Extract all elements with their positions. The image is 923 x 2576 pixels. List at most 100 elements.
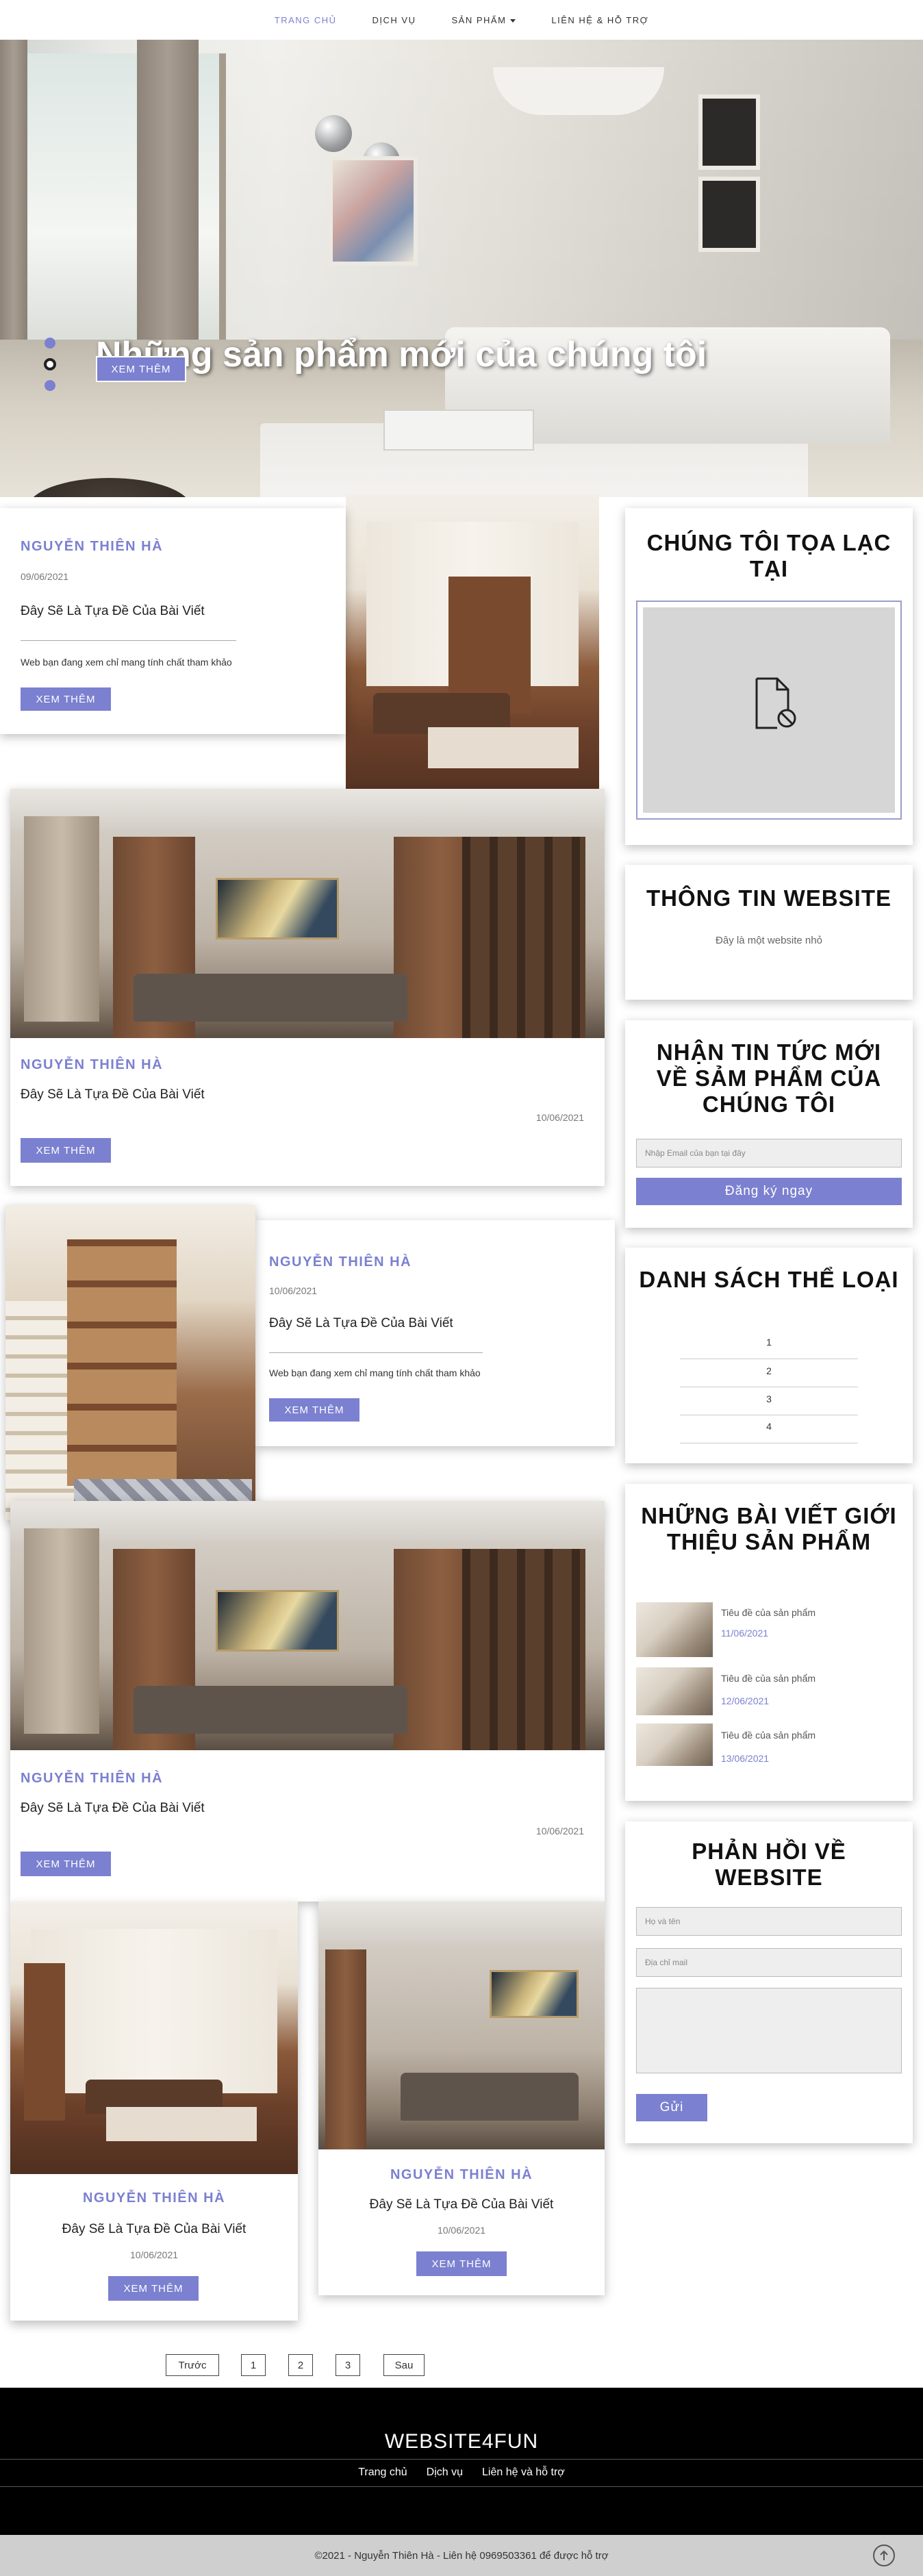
post-4-title[interactable]: Đây Sẽ Là Tựa Đề Của Bài Viết bbox=[21, 1801, 205, 1816]
copyright-text: ©2021 - Nguyễn Thiên Hà - Liên hệ 096950… bbox=[314, 2550, 609, 2562]
post-5-wall bbox=[31, 1929, 277, 2093]
post-1-author[interactable]: NGUYỄN THIÊN HÀ bbox=[21, 539, 163, 555]
newsletter-email-input[interactable]: Nhập Email của bạn tại đây bbox=[636, 1139, 902, 1167]
post-6-more-button[interactable]: XEM THÊM bbox=[416, 2251, 507, 2276]
pagination-page[interactable]: 1 bbox=[241, 2354, 266, 2376]
divider bbox=[21, 640, 236, 641]
post-4-date: 10/06/2021 bbox=[535, 1826, 584, 1836]
top-nav: TRANG CHỦ DỊCH VỤ SẢN PHẨM LIÊN HỆ & HỖ … bbox=[0, 0, 923, 40]
broken-document-icon bbox=[755, 677, 796, 729]
post-4-more-button[interactable]: XEM THÊM bbox=[21, 1852, 111, 1876]
post-4-author[interactable]: NGUYỄN THIÊN HÀ bbox=[21, 1771, 163, 1786]
info-title: THÔNG TIN WEBSITE bbox=[646, 885, 892, 911]
feedback-message-textarea[interactable] bbox=[636, 1988, 902, 2073]
feedback-title: PHẢN HỒI VỀ WEBSITE bbox=[692, 1839, 846, 1890]
post-5-image[interactable] bbox=[10, 1902, 298, 2174]
post-4-curtain bbox=[24, 1528, 99, 1734]
post-2-art bbox=[216, 878, 339, 939]
feedback-send-button[interactable]: Gửi bbox=[636, 2094, 707, 2121]
newsletter-title: NHẬN TIN TỨC MỚI VỀ SẢM PHẨM CỦA CHÚNG T… bbox=[656, 1039, 882, 1117]
post-2-card: NGUYỄN THIÊN HÀ Đây Sẽ Là Tựa Đề Của Bài… bbox=[10, 789, 605, 1186]
post-2-title[interactable]: Đây Sẽ Là Tựa Đề Của Bài Viết bbox=[21, 1087, 205, 1102]
post-2-date: 10/06/2021 bbox=[535, 1112, 584, 1123]
post-5-rug bbox=[106, 2107, 257, 2141]
copyright-bar: ©2021 - Nguyễn Thiên Hà - Liên hệ 096950… bbox=[0, 2535, 923, 2576]
post-4-card: NGUYỄN THIÊN HÀ Đây Sẽ Là Tựa Đề Của Bài… bbox=[10, 1501, 605, 1902]
category-item[interactable]: 4 bbox=[625, 1421, 913, 1432]
map-frame[interactable] bbox=[636, 601, 902, 820]
footer-link-contact[interactable]: Liên hệ và hỗ trợ bbox=[482, 2466, 565, 2479]
footer-link-home[interactable]: Trang chủ bbox=[358, 2466, 407, 2479]
post-4-couch bbox=[134, 1686, 407, 1734]
footer-links: Trang chủ Dịch vụ Liên hệ và hỗ trợ bbox=[0, 2466, 923, 2479]
post-6-image[interactable] bbox=[318, 1902, 605, 2149]
hero-banner: Những sản phẩm mới của chúng tôi XEM THÊ… bbox=[0, 40, 923, 497]
nav-services[interactable]: DỊCH VỤ bbox=[372, 15, 416, 25]
divider bbox=[0, 2486, 923, 2487]
hero-wall-art bbox=[329, 156, 418, 266]
post-5-date: 10/06/2021 bbox=[129, 2249, 179, 2260]
hero-table bbox=[383, 409, 534, 451]
post-2-ceiling bbox=[10, 789, 605, 830]
post-6-author[interactable]: NGUYỄN THIÊN HÀ bbox=[318, 2167, 605, 2183]
featured-item-title[interactable]: Tiêu đề của sản phẩm bbox=[721, 1673, 815, 1684]
hero-frame bbox=[698, 94, 760, 170]
footer-brand: WEBSITE4FUN bbox=[384, 2430, 539, 2453]
pagination-page[interactable]: 3 bbox=[336, 2354, 360, 2376]
post-2-more-button[interactable]: XEM THÊM bbox=[21, 1138, 111, 1163]
post-4-cabinet bbox=[462, 1549, 585, 1750]
post-3-author[interactable]: NGUYỄN THIÊN HÀ bbox=[269, 1254, 412, 1270]
post-3-more-button[interactable]: XEM THÊM bbox=[269, 1398, 359, 1422]
post-1-card: NGUYỄN THIÊN HÀ 09/06/2021 Đây Sẽ Là Tựa… bbox=[0, 508, 346, 734]
feedback-email-input[interactable]: Địa chỉ mail bbox=[636, 1948, 902, 1977]
divider bbox=[269, 1352, 483, 1353]
newsletter-widget: NHẬN TIN TỨC MỚI VỀ SẢM PHẨM CỦA CHÚNG T… bbox=[625, 1020, 913, 1228]
category-item[interactable]: 2 bbox=[625, 1365, 913, 1376]
categories-title: DANH SÁCH THỂ LOẠI bbox=[639, 1267, 899, 1292]
featured-thumb[interactable] bbox=[636, 1602, 713, 1657]
featured-item-title[interactable]: Tiêu đề của sản phẩm bbox=[721, 1730, 815, 1741]
post-3-title[interactable]: Đây Sẽ Là Tựa Đề Của Bài Viết bbox=[269, 1316, 453, 1331]
post-5-more-button[interactable]: XEM THÊM bbox=[108, 2276, 199, 2301]
footer-link-services[interactable]: Dịch vụ bbox=[427, 2466, 463, 2479]
post-1-title[interactable]: Đây Sẽ Là Tựa Đề Của Bài Viết bbox=[21, 604, 205, 619]
slider-dot[interactable] bbox=[45, 338, 55, 349]
post-2-author[interactable]: NGUYỄN THIÊN HÀ bbox=[21, 1057, 163, 1073]
featured-item-title[interactable]: Tiêu đề của sản phẩm bbox=[721, 1607, 815, 1618]
featured-item-date: 12/06/2021 bbox=[721, 1695, 770, 1706]
post-4-ceiling bbox=[10, 1501, 605, 1542]
post-1-more-button[interactable]: XEM THÊM bbox=[21, 687, 111, 711]
post-6-title[interactable]: Đây Sẽ Là Tựa Đề Của Bài Viết bbox=[318, 2197, 605, 2212]
footer: WEBSITE4FUN Trang chủ Dịch vụ Liên hệ và… bbox=[0, 2388, 923, 2535]
hero-title: Những sản phẩm mới của chúng tôi bbox=[96, 335, 707, 375]
featured-item-date: 13/06/2021 bbox=[721, 1753, 770, 1764]
pagination-next[interactable]: Sau bbox=[383, 2354, 425, 2376]
pagination-page[interactable]: 2 bbox=[288, 2354, 313, 2376]
slider-dot-active[interactable] bbox=[44, 358, 56, 370]
post-5-title[interactable]: Đây Sẽ Là Tựa Đề Của Bài Viết bbox=[10, 2222, 298, 2237]
post-6-art bbox=[490, 1970, 579, 2018]
nav-contact[interactable]: LIÊN HỆ & HỖ TRỢ bbox=[551, 15, 648, 25]
scroll-top-button[interactable] bbox=[873, 2545, 895, 2566]
post-4-image[interactable] bbox=[10, 1501, 605, 1750]
hero-more-button[interactable]: XEM THÊM bbox=[96, 356, 186, 382]
pagination-prev[interactable]: Trước bbox=[166, 2354, 219, 2376]
newsletter-subscribe-button[interactable]: Đăng ký ngay bbox=[636, 1178, 902, 1205]
post-5-author[interactable]: NGUYỄN THIÊN HÀ bbox=[10, 2190, 298, 2206]
featured-thumb[interactable] bbox=[636, 1667, 713, 1715]
nav-products-label: SẢN PHẨM bbox=[451, 14, 507, 25]
category-item[interactable]: 3 bbox=[625, 1393, 913, 1404]
map-placeholder bbox=[643, 607, 895, 813]
post-3-desc: Web bạn đang xem chỉ mang tính chất tham… bbox=[269, 1367, 481, 1378]
location-title: CHÚNG TÔI TỌA LẠC TẠI bbox=[646, 530, 892, 581]
post-6-wallpanel bbox=[325, 1949, 366, 2149]
category-item[interactable]: 1 bbox=[625, 1337, 913, 1348]
nav-products[interactable]: SẢN PHẨM bbox=[452, 15, 516, 25]
post-2-image[interactable] bbox=[10, 789, 605, 1038]
post-1-image[interactable] bbox=[346, 494, 599, 809]
feedback-name-input[interactable]: Họ và tên bbox=[636, 1907, 902, 1936]
post-3-image[interactable] bbox=[5, 1205, 255, 1520]
featured-thumb[interactable] bbox=[636, 1723, 713, 1766]
nav-home[interactable]: TRANG CHỦ bbox=[275, 15, 337, 25]
slider-dot[interactable] bbox=[45, 380, 55, 391]
